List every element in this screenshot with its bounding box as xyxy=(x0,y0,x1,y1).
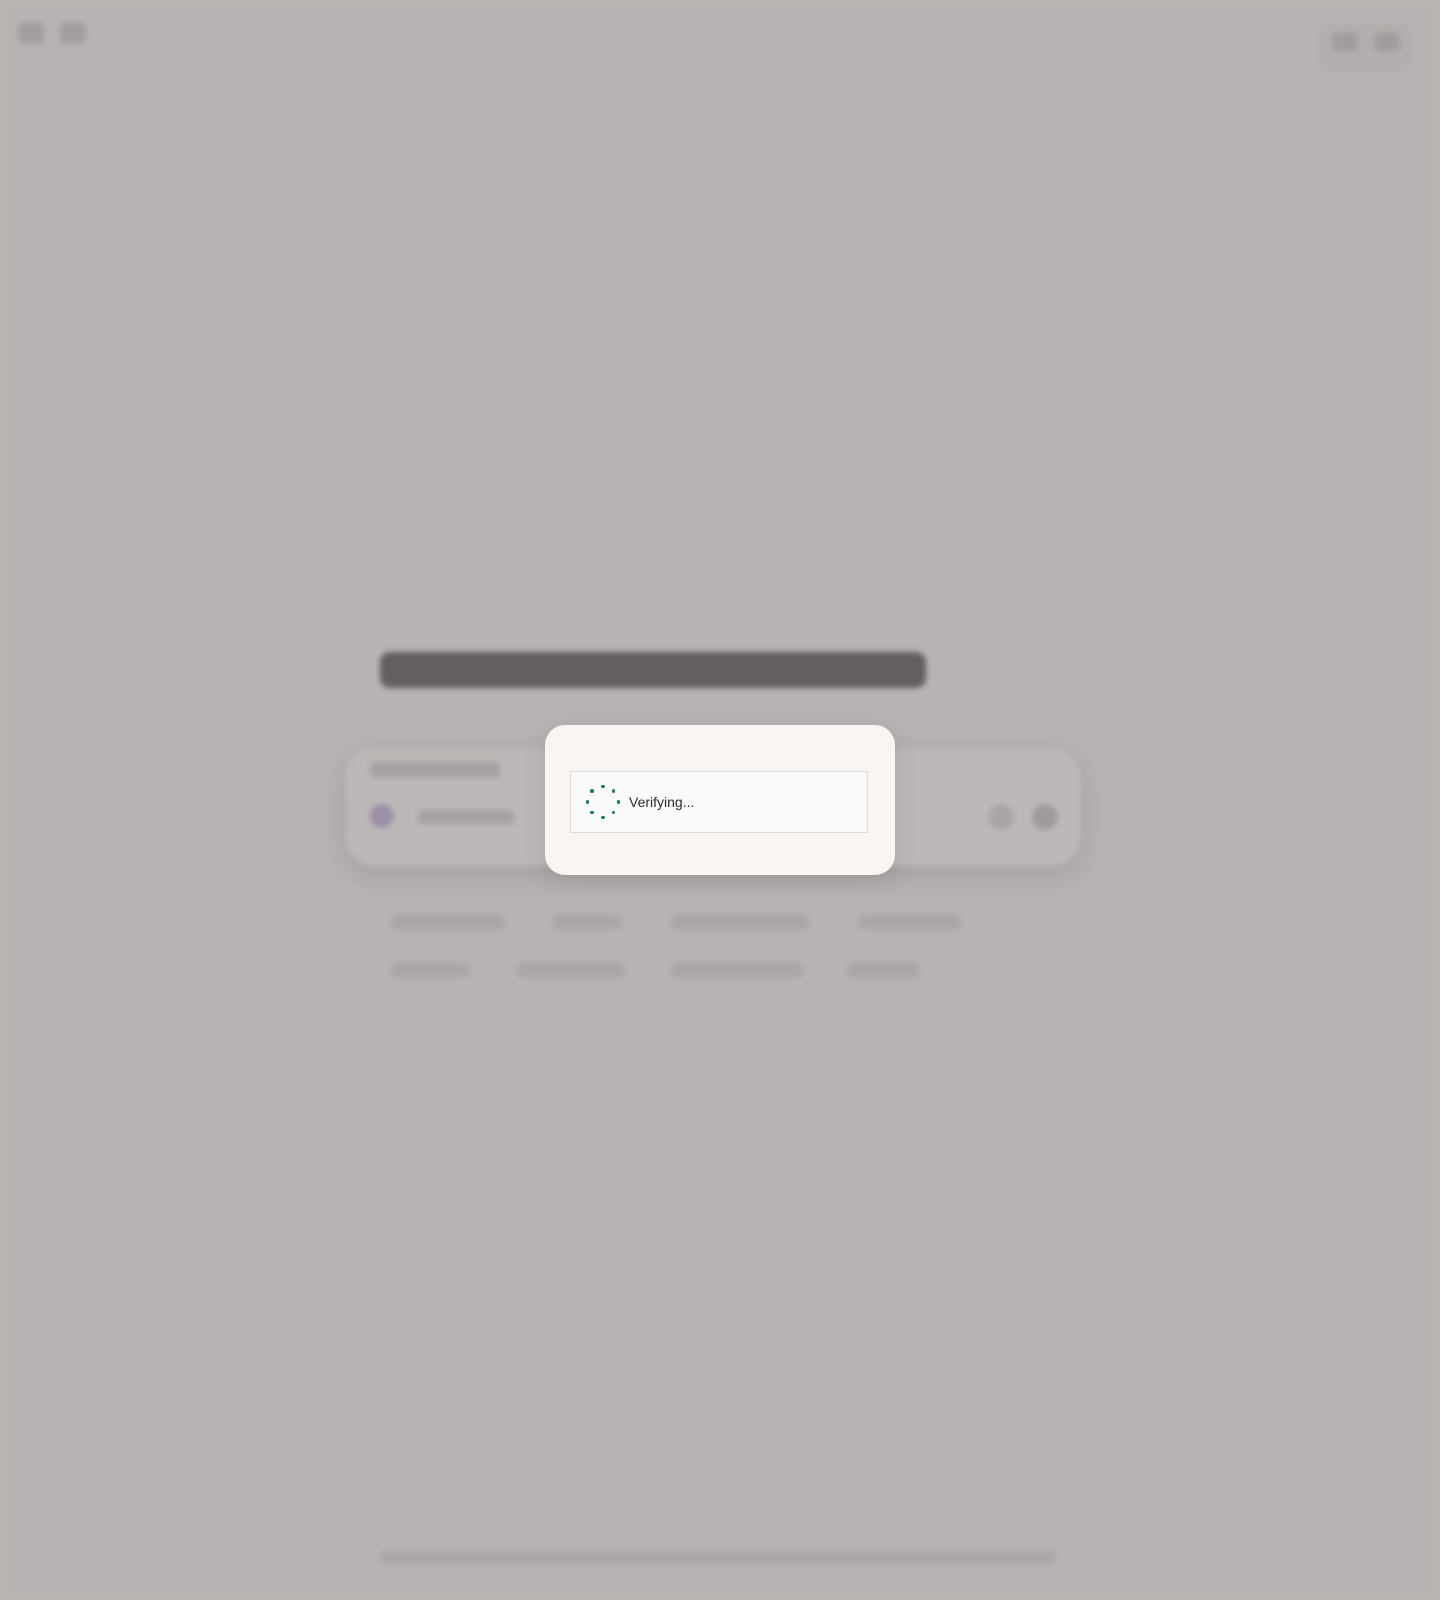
verification-widget: Verifying... xyxy=(570,771,868,833)
suggestion-pill[interactable] xyxy=(390,962,470,978)
top-right-controls xyxy=(1320,22,1410,68)
composer-placeholder xyxy=(370,762,500,778)
suggestion-pill[interactable] xyxy=(552,914,622,930)
suggestion-pill[interactable] xyxy=(670,962,804,978)
suggestion-pill[interactable] xyxy=(846,962,920,978)
suggestion-pill[interactable] xyxy=(670,914,810,930)
page-heading xyxy=(380,652,926,688)
verification-status-text: Verifying... xyxy=(629,794,695,810)
suggestion-pill[interactable] xyxy=(858,914,962,930)
send-icon[interactable] xyxy=(1032,804,1058,830)
microphone-icon[interactable] xyxy=(988,804,1014,830)
menu-icon[interactable] xyxy=(1374,32,1400,52)
account-icon[interactable] xyxy=(1332,32,1358,52)
sidebar-toggle-icon[interactable] xyxy=(18,22,44,44)
suggestion-pill[interactable] xyxy=(390,914,506,930)
composer-chip-label[interactable] xyxy=(418,810,514,824)
loading-spinner-icon xyxy=(586,785,620,819)
flag-icon xyxy=(370,804,394,828)
new-chat-icon[interactable] xyxy=(60,22,86,44)
verification-modal: Verifying... xyxy=(545,725,895,875)
suggestion-pill[interactable] xyxy=(516,962,626,978)
footer-disclaimer xyxy=(380,1551,1056,1565)
